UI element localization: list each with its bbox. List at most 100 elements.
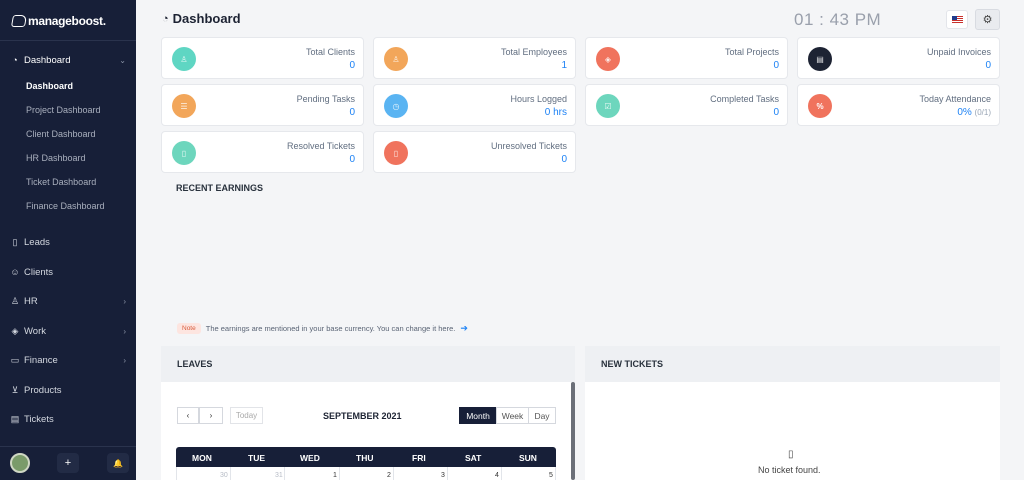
- stat-label: Resolved Tickets: [286, 141, 355, 151]
- calendar-date[interactable]: 5: [549, 472, 553, 479]
- sidebar-subitem-dashboard[interactable]: Dashboard: [26, 81, 73, 91]
- calendar-view-day[interactable]: Day: [528, 407, 556, 424]
- leaves-scrollbar[interactable]: [571, 382, 575, 480]
- calendar-day-wed: WED: [300, 453, 320, 463]
- sidebar-subitem-client-dashboard[interactable]: Client Dashboard: [26, 129, 96, 139]
- stat-card-total-clients[interactable]: ♙ Total Clients 0: [161, 37, 364, 79]
- stat-value: 0: [773, 60, 779, 71]
- app-logo[interactable]: manageboost.: [10, 14, 106, 28]
- earnings-note: Note The earnings are mentioned in your …: [177, 323, 468, 334]
- calendar-today-button[interactable]: Today: [230, 407, 263, 424]
- stat-card-pending-tasks[interactable]: ☰ Pending Tasks 0: [161, 84, 364, 126]
- ticket-icon: ▯: [384, 141, 408, 165]
- sidebar-item-label: Finance: [24, 354, 58, 366]
- sidebar-item-hr[interactable]: ♙ HR ›: [0, 290, 136, 312]
- stat-label: Total Clients: [305, 47, 355, 57]
- person-icon: ♙: [10, 295, 20, 306]
- stat-value: 0: [561, 154, 567, 165]
- stat-card-total-projects[interactable]: ◈ Total Projects 0: [585, 37, 788, 79]
- stat-value: 0% (0/1): [957, 107, 991, 118]
- notification-bell-icon[interactable]: 🔔: [107, 453, 129, 473]
- stat-card-today-attendance[interactable]: % Today Attendance 0% (0/1): [797, 84, 1000, 126]
- cart-icon: ⊻: [11, 384, 19, 395]
- check-icon: ☑: [596, 94, 620, 118]
- calendar-date[interactable]: 2: [387, 472, 391, 479]
- calendar-day-sun: SUN: [519, 453, 537, 463]
- calendar-next-button[interactable]: ›: [199, 407, 223, 424]
- sidebar-subitem-hr-dashboard[interactable]: HR Dashboard: [26, 153, 86, 163]
- settings-button[interactable]: ⚙: [975, 9, 1000, 30]
- arrow-right-icon[interactable]: ➔: [460, 323, 468, 334]
- stat-card-completed-tasks[interactable]: ☑ Completed Tasks 0: [585, 84, 788, 126]
- avatar[interactable]: [10, 453, 30, 473]
- calendar-date[interactable]: 4: [495, 472, 499, 479]
- stat-card-unpaid-invoices[interactable]: ▤ Unpaid Invoices 0: [797, 37, 1000, 79]
- sidebar-item-label: Work: [24, 325, 46, 337]
- calendar-grid-line: [284, 467, 285, 480]
- calendar-day-fri: FRI: [412, 453, 426, 463]
- stat-label: Total Projects: [724, 47, 779, 57]
- stat-value: 1: [561, 60, 567, 71]
- sidebar-item-work[interactable]: ◈ Work ›: [0, 320, 136, 342]
- calendar-date[interactable]: 30: [220, 472, 228, 479]
- stat-value: 0: [773, 107, 779, 118]
- calendar-view-month[interactable]: Month: [459, 407, 497, 424]
- chevron-right-icon: ›: [123, 355, 126, 365]
- ticket-icon: ▤: [10, 413, 20, 424]
- calendar-prev-button[interactable]: ‹: [177, 407, 199, 424]
- stat-label: Hours Logged: [510, 94, 567, 104]
- sidebar-item-finance[interactable]: ▭ Finance ›: [0, 349, 136, 371]
- stat-label: Today Attendance: [919, 94, 991, 104]
- stat-card-resolved-tickets[interactable]: ▯ Resolved Tickets 0: [161, 131, 364, 173]
- sidebar-subitem-project-dashboard[interactable]: Project Dashboard: [26, 105, 101, 115]
- sidebar-item-tickets[interactable]: ▤ Tickets: [0, 408, 136, 430]
- sidebar-item-label: Leads: [24, 236, 50, 248]
- sidebar-item-label: Products: [24, 384, 62, 396]
- sidebar-item-leads[interactable]: ▯ Leads: [0, 231, 136, 253]
- calendar-day-tue: TUE: [248, 453, 265, 463]
- logo-mark-icon: [10, 15, 28, 27]
- note-badge: Note: [177, 323, 201, 334]
- calendar-month-title: SEPTEMBER 2021: [323, 411, 402, 421]
- stat-card-unresolved-tickets[interactable]: ▯ Unresolved Tickets 0: [373, 131, 576, 173]
- percent-icon: %: [808, 94, 832, 118]
- user-icon: ♙: [384, 47, 408, 71]
- sidebar-item-products[interactable]: ⊻ Products: [0, 379, 136, 401]
- language-button[interactable]: [946, 10, 968, 29]
- cash-icon: ▭: [10, 354, 20, 365]
- calendar-day-sat: SAT: [465, 453, 482, 463]
- calendar-grid-line: [230, 467, 231, 480]
- stat-card-total-employees[interactable]: ♙ Total Employees 1: [373, 37, 576, 79]
- stat-value: 0 hrs: [544, 107, 567, 118]
- sidebar-item-dashboard[interactable]: ◔ Dashboard ⌄: [0, 49, 136, 71]
- chevron-left-icon: ‹: [186, 411, 190, 420]
- recent-earnings-title: RECENT EARNINGS: [176, 183, 264, 193]
- add-button[interactable]: +: [57, 453, 79, 473]
- calendar-grid-line: [393, 467, 394, 480]
- stat-value: 0: [349, 154, 355, 165]
- sidebar-item-clients[interactable]: ☺ Clients: [0, 261, 136, 283]
- sidebar: manageboost. ◔ Dashboard ⌄ Dashboard Pro…: [0, 0, 136, 480]
- empty-state-text: No ticket found.: [758, 465, 821, 475]
- calendar-view-week[interactable]: Week: [496, 407, 529, 424]
- calendar-date[interactable]: 31: [275, 472, 283, 479]
- calendar-date[interactable]: 3: [441, 472, 445, 479]
- attendance-count: (0/1): [974, 108, 991, 117]
- sidebar-subitem-finance-dashboard[interactable]: Finance Dashboard: [26, 201, 105, 211]
- attendance-percent: 0%: [957, 107, 972, 118]
- logo-text: manageboost.: [28, 14, 106, 28]
- task-icon: ☰: [172, 94, 196, 118]
- calendar-date[interactable]: 1: [333, 472, 337, 479]
- divider: [0, 40, 136, 41]
- layers-icon: ◈: [11, 325, 19, 336]
- sidebar-subitem-ticket-dashboard[interactable]: Ticket Dashboard: [26, 177, 96, 187]
- leaves-panel-header: LEAVES: [161, 346, 575, 382]
- chevron-right-icon: ›: [123, 296, 126, 306]
- calendar-grid-line: [501, 467, 502, 480]
- gear-icon: ⚙: [982, 14, 993, 26]
- leaves-title: LEAVES: [177, 359, 213, 369]
- sidebar-footer: + 🔔: [0, 446, 136, 480]
- stat-label: Completed Tasks: [710, 94, 779, 104]
- us-flag-icon: [951, 16, 963, 23]
- stat-card-hours-logged[interactable]: ◷ Hours Logged 0 hrs: [373, 84, 576, 126]
